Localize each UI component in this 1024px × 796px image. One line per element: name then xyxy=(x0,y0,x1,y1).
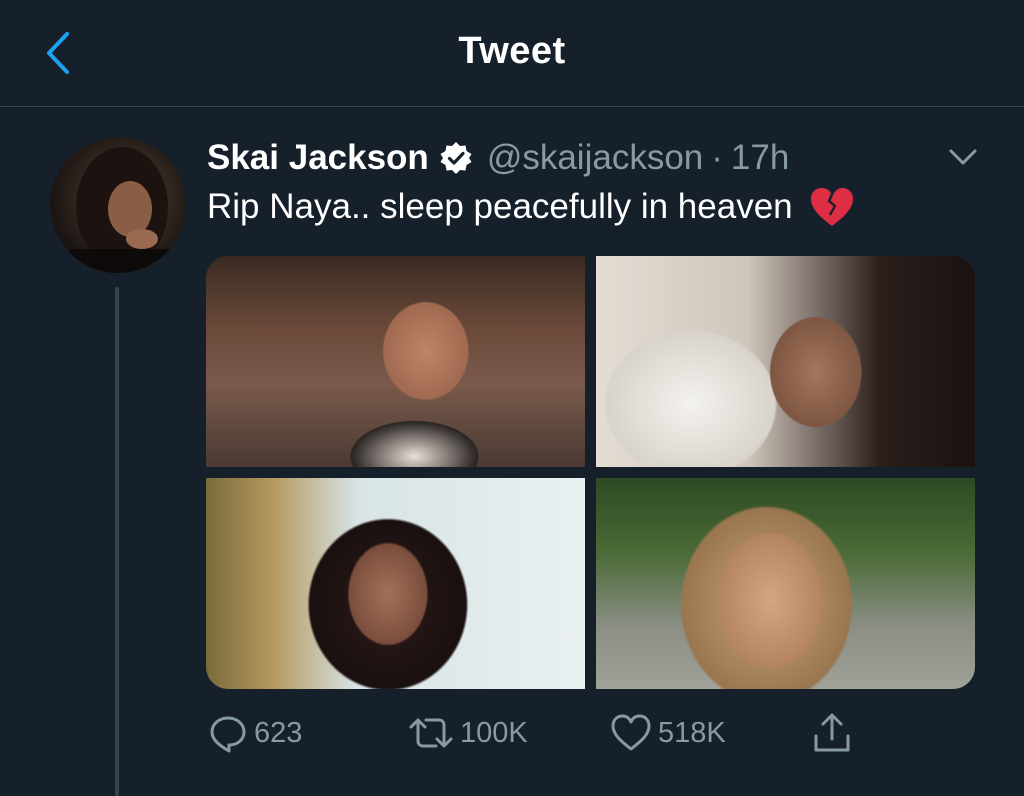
heart-icon xyxy=(611,714,651,751)
avatar-image xyxy=(70,147,170,273)
display-name[interactable]: Skai Jackson xyxy=(207,138,429,178)
retweet-count: 100K xyxy=(460,716,528,749)
tweet-photo-1[interactable] xyxy=(206,256,585,467)
reply-icon xyxy=(210,716,246,753)
like-button[interactable]: 518K xyxy=(610,710,726,756)
retweet-icon xyxy=(409,718,453,748)
like-count: 518K xyxy=(658,716,726,749)
thread-line xyxy=(115,287,119,796)
avatar[interactable] xyxy=(50,137,186,273)
user-handle[interactable]: @skaijackson xyxy=(487,138,703,178)
verified-badge-icon xyxy=(439,141,473,175)
reply-count: 623 xyxy=(254,716,303,749)
chevron-down-icon xyxy=(949,149,977,165)
tweet-timestamp[interactable]: 17h xyxy=(731,138,789,178)
tweet-photo-3[interactable] xyxy=(206,478,585,689)
reply-button[interactable]: 623 xyxy=(208,710,302,756)
tweet-photo-2[interactable] xyxy=(596,256,975,467)
top-bar: Tweet xyxy=(0,0,1024,107)
share-button[interactable] xyxy=(812,710,852,756)
tweet-menu-button[interactable] xyxy=(944,142,982,172)
media-grid xyxy=(206,256,975,689)
tweet-body: Rip Naya.. sleep peacefully in heaven xyxy=(207,186,855,228)
tweet-text: Rip Naya.. sleep peacefully in heaven xyxy=(207,187,793,226)
separator-dot: · xyxy=(711,138,723,177)
tweet-actions: 623 100K 518K xyxy=(206,710,866,756)
page-title: Tweet xyxy=(458,30,566,72)
retweet-button[interactable]: 100K xyxy=(408,710,528,756)
tweet-photo-4[interactable] xyxy=(596,478,975,689)
share-icon xyxy=(814,713,850,752)
tweet-header: Skai Jackson @skaijackson · 17h xyxy=(207,136,789,180)
broken-heart-icon xyxy=(809,186,855,228)
